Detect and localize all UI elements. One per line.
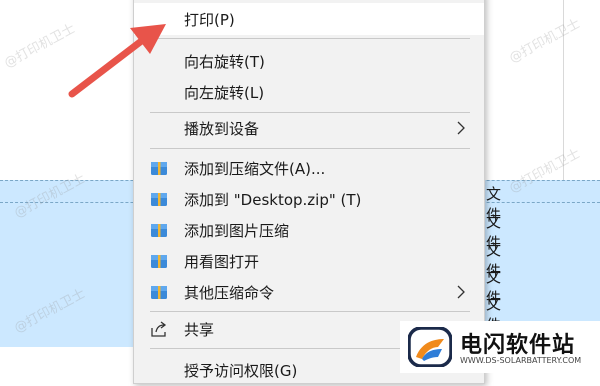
logo-subtitle: WWW.DS-SOLARBATTERY.COM (460, 356, 582, 365)
menu-item-cast-to-device[interactable]: 播放到设备 (134, 112, 484, 144)
menu-item-label: 共享 (184, 320, 215, 339)
chevron-right-icon (457, 121, 465, 135)
archive-icon (151, 193, 167, 206)
share-icon (151, 321, 167, 337)
menu-item-label: 向右旋转(T) (184, 52, 265, 71)
menu-item-label: 打印(P) (184, 10, 235, 29)
menu-item-label: 添加到 "Desktop.zip" (T) (184, 190, 362, 209)
menu-item-label: 播放到设备 (184, 119, 260, 138)
chevron-right-icon (457, 285, 465, 299)
menu-item-label: 用看图打开 (184, 252, 260, 271)
menu-item-open-with-viewer[interactable]: 用看图打开 (134, 245, 484, 277)
menu-item-add-to-image-compress[interactable]: 添加到图片压缩 (134, 214, 484, 246)
menu-item-print[interactable]: 打印(P) (134, 3, 484, 35)
image-viewer-icon (151, 255, 167, 268)
menu-separator (150, 311, 470, 312)
menu-item-add-to-desktop-zip[interactable]: 添加到 "Desktop.zip" (T) (134, 183, 484, 215)
menu-separator (150, 38, 470, 39)
menu-item-rotate-left[interactable]: 向左旋转(L) (134, 76, 484, 108)
menu-item-label: 授予访问权限(G) (184, 361, 298, 380)
menu-separator (150, 148, 470, 149)
logo-title: 电闪软件站 (460, 333, 576, 358)
menu-item-label: 向左旋转(L) (184, 83, 265, 102)
menu-item-label: 其他压缩命令 (184, 283, 275, 302)
archive-icon (151, 162, 167, 175)
menu-item-add-to-archive[interactable]: 添加到压缩文件(A)... (134, 152, 484, 184)
menu-item-more-compress[interactable]: 其他压缩命令 (134, 276, 484, 308)
archive-icon (151, 286, 167, 299)
logo-mark-icon (408, 327, 452, 367)
menu-item-rotate-right[interactable]: 向右旋转(T) (134, 45, 484, 77)
site-logo: 电闪软件站 WWW.DS-SOLARBATTERY.COM (400, 321, 600, 373)
menu-item-label: 添加到图片压缩 (184, 221, 290, 240)
pointer-arrow-icon (68, 24, 166, 98)
archive-icon (151, 224, 167, 237)
menu-item-label: 添加到压缩文件(A)... (184, 159, 326, 178)
